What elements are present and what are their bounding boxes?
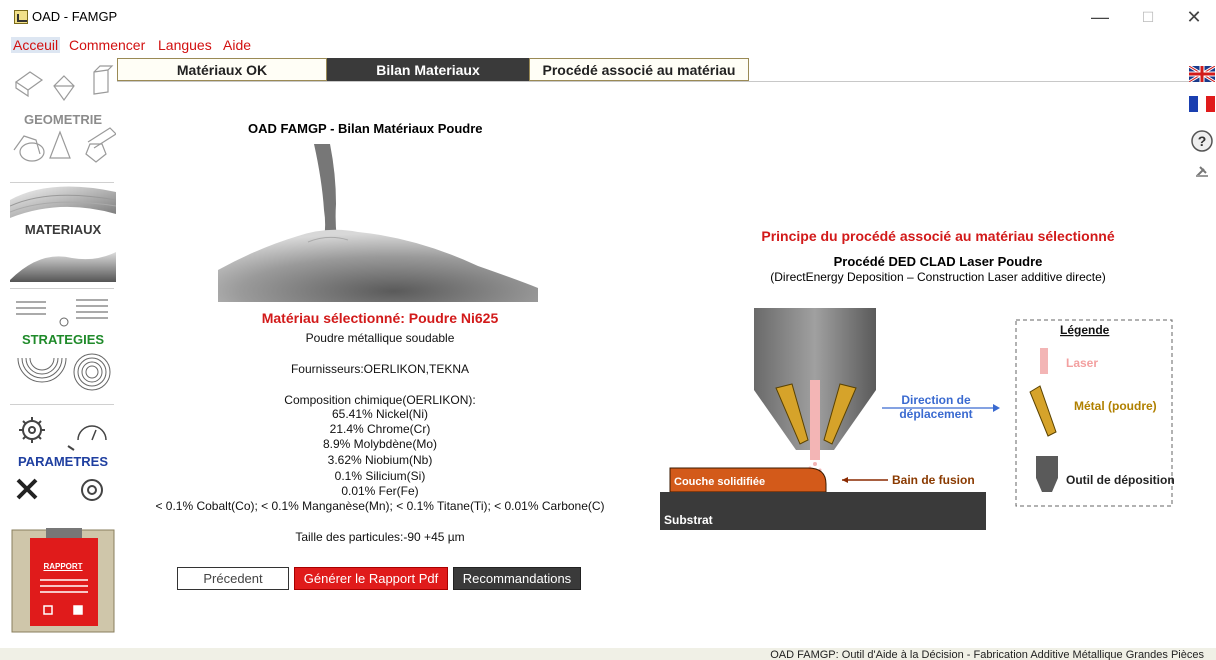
tab-divider (117, 81, 1191, 82)
process-heading: Principe du procédé associé au matériau … (761, 228, 1115, 244)
window-title: OAD - FAMGP (32, 9, 118, 24)
page-title: OAD FAMGP - Bilan Matériaux Poudre (248, 121, 483, 136)
legend-title: Légende (1060, 323, 1110, 337)
material-description: Poudre métallique soudable (305, 331, 455, 345)
recommendations-button[interactable]: Recommandations (453, 567, 581, 590)
legend-laser-label: Laser (1066, 356, 1098, 370)
menu-acceuil[interactable]: Acceuil (11, 37, 61, 53)
svg-text:?: ? (1198, 133, 1207, 149)
legend-metal-label: Métal (poudre) (1074, 399, 1157, 413)
solid-layer-label: Couche solidifiée (674, 476, 765, 488)
tab-procede-associe[interactable]: Procédé associé au matériau (529, 58, 749, 81)
parametres-button[interactable]: PARAMETRES (10, 408, 116, 516)
composition-line: < 0.1% Cobalt(Co); < 0.1% Manganèse(Mn);… (155, 499, 605, 513)
laser-beam (810, 380, 820, 460)
menu-langues[interactable]: Langues (156, 37, 214, 53)
sidebar-divider (10, 404, 114, 405)
substrate-label: Substrat (664, 513, 713, 527)
composition-line: 0.1% Silicium(Si) (334, 469, 426, 483)
maximize-button[interactable]: ☐ (1126, 4, 1170, 30)
uk-flag-icon[interactable] (1189, 66, 1215, 82)
title-bar: OAD - FAMGP — ☐ ✕ (0, 0, 1216, 34)
particle-size: Taille des particules:-90 +45 µm (295, 530, 465, 544)
rapport-button[interactable]: RAPPORT (10, 524, 116, 636)
materiaux-button[interactable]: MATERIAUX (9, 178, 117, 290)
legend-tool-label: Outil de déposition (1066, 473, 1175, 487)
french-flag-icon[interactable] (1189, 96, 1215, 112)
melt-pool-label: Bain de fusion (892, 473, 975, 487)
parametres-label: PARAMETRES (17, 454, 109, 469)
strategy-paths-icon (16, 299, 111, 391)
composition-title: Composition chimique(OERLIKON): (284, 393, 476, 407)
composition-line: 21.4% Chrome(Cr) (329, 422, 431, 436)
status-text: OAD FAMGP: Outil d'Aide à la Décision - … (770, 649, 1204, 660)
process-name: Procédé DED CLAD Laser Poudre (833, 254, 1043, 269)
strategies-label: STRATEGIES (21, 332, 105, 347)
process-subtitle: (DirectEnergy Deposition – Construction … (770, 270, 1106, 284)
menu-bar: Acceuil Commencer Langues Aide (0, 34, 1216, 56)
generate-pdf-button[interactable]: Générer le Rapport Pdf (294, 567, 448, 590)
geometrie-label: GEOMETRIE (23, 112, 102, 127)
previous-button[interactable]: Précedent (177, 567, 289, 590)
composition-line: 8.9% Molybdène(Mo) (322, 437, 438, 451)
composition-line: 0.01% Fer(Fe) (341, 484, 419, 498)
composition-line: 3.62% Niobium(Nb) (327, 453, 433, 467)
direction-label-2: déplacement (899, 407, 972, 421)
report-clipboard-icon (11, 528, 115, 633)
powder-image (218, 144, 538, 302)
materiaux-label: MATERIAUX (24, 222, 102, 237)
help-icon[interactable]: ? (1191, 130, 1213, 152)
menu-commencer[interactable]: Commencer (67, 37, 147, 53)
selected-material-title: Matériau sélectionné: Poudre Ni625 (261, 310, 499, 326)
composition-line: 65.41% Nickel(Ni) (331, 407, 429, 421)
tab-bar: Matériaux OK Bilan Materiaux Procédé ass… (117, 58, 749, 81)
geometrie-button[interactable]: GEOMETRIE (10, 62, 117, 178)
direction-label-1: Direction de (901, 393, 971, 407)
tab-materiaux-ok[interactable]: Matériaux OK (117, 58, 327, 81)
strategies-button[interactable]: STRATEGIES (10, 292, 116, 404)
sidebar-divider (10, 288, 114, 289)
app-icon (14, 10, 28, 24)
rapport-label: RAPPORT (43, 562, 83, 571)
sidebar: GEOMETRIE MATERIAUX STRATEGIES PARAMETRE… (8, 58, 117, 638)
status-bar: OAD FAMGP: Outil d'Aide à la Décision - … (0, 648, 1216, 660)
minimize-button[interactable]: — (1078, 4, 1122, 30)
close-button[interactable]: ✕ (1172, 4, 1216, 30)
tab-bilan-materiaux[interactable]: Bilan Materiaux (327, 58, 529, 81)
ded-process-diagram: Couche solidifiée Substrat Bain de fusio… (660, 308, 1175, 530)
tools-small-icon[interactable] (1194, 163, 1210, 179)
suppliers-text: Fournisseurs:OERLIKON,TEKNA (290, 362, 470, 376)
menu-aide[interactable]: Aide (221, 37, 253, 53)
app-window: OAD - FAMGP — ☐ ✕ Acceuil Commencer Lang… (0, 0, 1216, 660)
